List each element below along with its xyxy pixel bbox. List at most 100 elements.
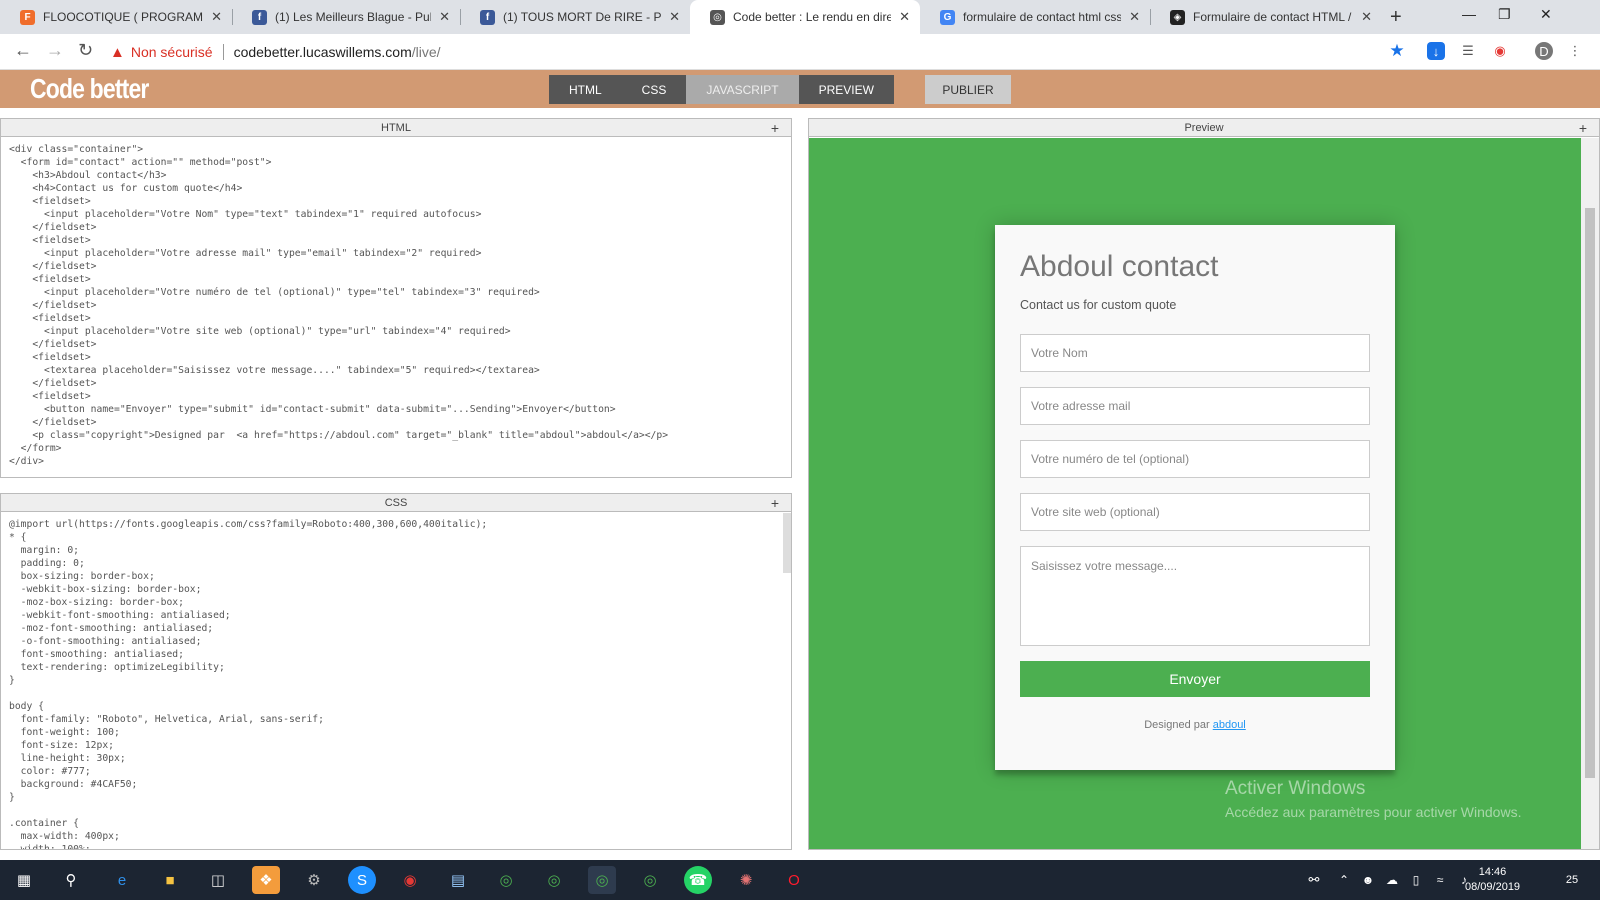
css-panel-title: CSS xyxy=(384,497,408,509)
copyright: Designed par abdoul xyxy=(1020,719,1370,731)
copyright-link[interactable]: abdoul xyxy=(1213,719,1246,731)
tab-javascript[interactable]: JAVASCRIPT xyxy=(686,75,799,104)
browser-tab-strip: F FLOOCOTIQUE ( PROGRAMMA ✕ f (1) Les Meille… xyxy=(0,0,1600,34)
css-code-editor[interactable]: @import url(https://fonts.googleapis.com… xyxy=(1,512,791,849)
browser-tab[interactable]: f (1) Les Meilleurs Blague - Publ ✕ xyxy=(232,0,460,34)
tab-close-icon[interactable]: ✕ xyxy=(669,9,680,25)
phone-input[interactable]: Votre numéro de tel (optional) xyxy=(1020,440,1370,478)
restore-icon[interactable]: ❐ xyxy=(1498,6,1511,23)
store-icon[interactable]: ◫ xyxy=(204,866,232,894)
system-clock[interactable]: 14:46 08/09/2019 xyxy=(1465,865,1520,895)
close-window-icon[interactable]: ✕ xyxy=(1540,6,1552,23)
profile-avatar[interactable]: D xyxy=(1535,42,1553,60)
tab-close-icon[interactable]: ✕ xyxy=(439,9,450,25)
css-panel-expand-icon[interactable]: + xyxy=(771,494,779,512)
chrome-icon-2[interactable]: ◎ xyxy=(540,866,568,894)
tab-close-icon[interactable]: ✕ xyxy=(899,9,910,25)
warning-icon: ▲ xyxy=(110,43,125,61)
extension-icon[interactable]: ☰ xyxy=(1459,42,1477,60)
tab-title: FLOOCOTIQUE ( PROGRAMMA xyxy=(43,10,204,24)
network-app-icon[interactable]: ▤ xyxy=(444,866,472,894)
bookmark-star-icon[interactable]: ★ xyxy=(1388,41,1406,60)
tab-favicon-icon: ◈ xyxy=(1170,9,1185,25)
html-panel-header: HTML + xyxy=(1,119,791,137)
tab-close-icon[interactable]: ✕ xyxy=(1361,9,1372,25)
address-bar[interactable]: ▲ Non sécurisé codebetter.lucaswillems.c… xyxy=(110,39,1410,65)
xampp-icon[interactable]: ❖ xyxy=(252,866,280,894)
preview-panel-expand-icon[interactable]: + xyxy=(1579,119,1587,137)
whatsapp-icon[interactable]: ☎ xyxy=(684,866,712,894)
tab-close-icon[interactable]: ✕ xyxy=(211,9,222,25)
mode-tabs: HTML CSS JAVASCRIPT PREVIEW xyxy=(549,75,894,104)
back-icon[interactable]: ← xyxy=(14,40,32,61)
watermark-subtitle: Accédez aux paramètres pour activer Wind… xyxy=(1225,804,1522,820)
windows-start-icon[interactable]: ▦ xyxy=(10,866,38,894)
publish-button[interactable]: PUBLIER xyxy=(925,75,1011,104)
submit-button[interactable]: Envoyer xyxy=(1020,661,1370,697)
windows-taskbar: ▦ ⚲ e ■ ◫ ❖ ⚙ S ◉ ▤ ◎ ◎ ◎ ◎ ☎ ✺ O ⚯ ⌃ ☻ … xyxy=(0,860,1600,900)
site-header: Code better HTML CSS JAVASCRIPT PREVIEW PUB… xyxy=(0,70,1600,108)
tab-title: Code better : Le rendu en direc xyxy=(733,10,892,24)
css-scrollbar[interactable] xyxy=(783,513,791,573)
tab-separator xyxy=(232,9,233,25)
chrome-icon-1[interactable]: ◎ xyxy=(492,866,520,894)
html-code-editor[interactable]: <div class="container"> <form id="contac… xyxy=(1,137,791,474)
website-input[interactable]: Votre site web (optional) xyxy=(1020,493,1370,531)
preview-panel: Preview + Abdoul contact Contact us for … xyxy=(808,118,1600,850)
download-extension-icon[interactable]: ↓ xyxy=(1427,42,1445,60)
preview-scrollbar[interactable] xyxy=(1581,138,1599,849)
tab-close-icon[interactable]: ✕ xyxy=(1129,9,1140,25)
tab-preview[interactable]: PREVIEW xyxy=(798,75,894,104)
settings-gear-icon[interactable]: ⚙ xyxy=(300,866,328,894)
windows-activation-watermark: Activer Windows Accédez aux paramètres p… xyxy=(1225,778,1521,820)
name-input[interactable]: Votre Nom xyxy=(1020,334,1370,372)
people-icon[interactable]: ⚯ xyxy=(1300,866,1328,894)
tab-separator xyxy=(460,9,461,25)
preview-scroll-thumb[interactable] xyxy=(1585,208,1595,778)
minimize-icon[interactable]: — xyxy=(1462,6,1476,22)
tab-favicon-icon: f xyxy=(480,9,495,25)
browser-tab[interactable]: ◎ Code better : Le rendu en direc ✕ xyxy=(690,0,920,34)
html-panel-title: HTML xyxy=(381,122,411,134)
browser-tab[interactable]: Gformulaire de contact html css ✕ xyxy=(920,0,1150,34)
html-panel: HTML + <div class="container"> <form id=… xyxy=(0,118,792,478)
record-extension-icon[interactable]: ◉ xyxy=(1491,42,1509,60)
tab-favicon-icon: ◎ xyxy=(710,9,725,25)
browser-tab[interactable]: f (1) TOUS MORT De RIRE - Publ ✕ xyxy=(460,0,690,34)
notification-center-icon[interactable]: 25 xyxy=(1558,866,1586,894)
message-textarea[interactable]: Saisissez votre message.... xyxy=(1020,546,1370,646)
watermark-title: Activer Windows xyxy=(1225,778,1366,799)
html-panel-expand-icon[interactable]: + xyxy=(771,119,779,137)
clock-date: 08/09/2019 xyxy=(1465,881,1521,893)
css-panel-header: CSS + xyxy=(1,494,791,512)
chrome-icon-active[interactable]: ◎ xyxy=(588,866,616,894)
clock-time: 14:46 xyxy=(1478,866,1507,878)
tab-html[interactable]: HTML xyxy=(549,75,622,104)
site-logo[interactable]: Code better xyxy=(30,73,149,105)
tab-title: (1) Les Meilleurs Blague - Publ xyxy=(275,10,432,24)
edge-icon[interactable]: e xyxy=(108,866,136,894)
search-icon[interactable]: ⚲ xyxy=(57,866,85,894)
skype-icon[interactable]: S xyxy=(348,866,376,894)
browser-tab[interactable]: F FLOOCOTIQUE ( PROGRAMMA ✕ xyxy=(0,0,232,34)
menu-icon[interactable]: ⋮ xyxy=(1566,42,1584,60)
email-input[interactable]: Votre adresse mail xyxy=(1020,387,1370,425)
tab-favicon-icon: F xyxy=(20,9,35,25)
tab-separator xyxy=(1150,9,1151,25)
reload-icon[interactable]: ↻ xyxy=(78,40,93,61)
opera-icon[interactable]: O xyxy=(780,866,808,894)
new-tab-button[interactable]: + xyxy=(1390,6,1402,29)
security-label: Non sécurisé xyxy=(130,44,213,60)
omnibox-divider xyxy=(222,44,224,60)
forward-icon[interactable]: → xyxy=(46,40,64,61)
recorder-icon[interactable]: ◉ xyxy=(396,866,424,894)
browser-toolbar: ← → ↻ ▲ Non sécurisé codebetter.lucaswil… xyxy=(0,34,1600,70)
browser-tab[interactable]: ◈ Formulaire de contact HTML / ✕ xyxy=(1150,0,1382,34)
contact-form: Abdoul contact Contact us for custom quo… xyxy=(995,225,1395,770)
url-host: codebetter.lucaswillems.com xyxy=(233,44,412,60)
file-explorer-icon[interactable]: ■ xyxy=(156,866,184,894)
chrome-icon-3[interactable]: ◎ xyxy=(636,866,664,894)
app-icon[interactable]: ✺ xyxy=(732,866,760,894)
tab-css[interactable]: CSS xyxy=(621,75,687,104)
tab-title: (1) TOUS MORT De RIRE - Publ xyxy=(503,10,662,24)
